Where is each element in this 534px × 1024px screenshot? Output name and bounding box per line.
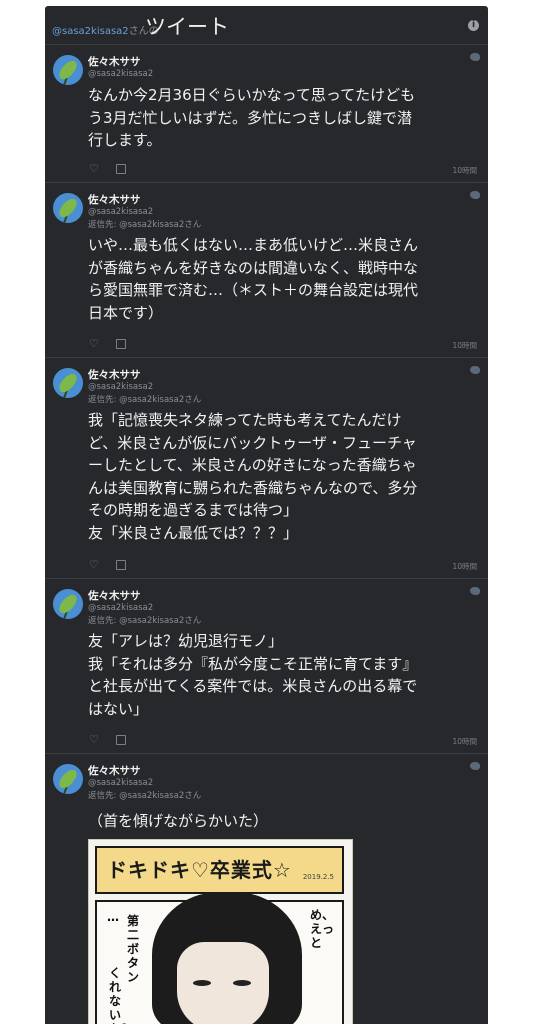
like-heart-icon[interactable]: ♡ [89, 559, 99, 571]
header-title: ツイート [145, 15, 229, 39]
author-handle[interactable]: @sasa2kisasa2 [88, 603, 153, 613]
twitter-bird-icon [470, 587, 480, 595]
speech-text-left-3: くれないか？ [109, 966, 133, 1024]
comic-date: 2019.2.5 [302, 873, 334, 881]
tweet-actions: ♡ 10時間 [89, 163, 483, 176]
avatar[interactable] [53, 368, 83, 398]
tweet-time: 10時間 [452, 562, 477, 571]
reply-to: 返信先: @sasa2kisasa2さん [88, 616, 202, 626]
tweet-text: なんか今2月36日ぐらいかなって思ってたけども う3月だ忙しいはずだ。多忙につき… [88, 86, 416, 149]
like-heart-icon[interactable]: ♡ [89, 163, 99, 175]
avatar[interactable] [53, 764, 83, 794]
speech-text-right: め、えっと [310, 908, 335, 950]
author-handle[interactable]: @sasa2kisasa2 [88, 207, 153, 217]
twitter-bird-icon [470, 762, 480, 770]
like-heart-icon[interactable]: ♡ [89, 338, 99, 350]
comic-banner: ドキドキ♡卒業式☆ 2019.2.5 [95, 846, 344, 894]
reply-to: 返信先: @sasa2kisasa2さん [88, 791, 202, 801]
share-icon[interactable] [116, 735, 126, 745]
twitter-bird-icon [470, 366, 480, 374]
tweet-time: 10時間 [452, 737, 477, 746]
author-handle[interactable]: @sasa2kisasa2 [88, 69, 153, 79]
info-icon[interactable]: i [468, 20, 479, 31]
reply-to: 返信先: @sasa2kisasa2さん [88, 395, 202, 405]
tweet-text: 我「記憶喪失ネタ練ってた時も考えてたんだけ ど、米良さんが仮にバックトゥーザ・フ… [88, 411, 418, 542]
author-name[interactable]: 佐々木ササ [88, 367, 141, 382]
author-name[interactable]: 佐々木ササ [88, 54, 141, 69]
twitter-bird-icon [470, 53, 480, 61]
panel-header: @sasa2kisasa2さんの ツイート i [45, 6, 488, 45]
share-icon[interactable] [116, 164, 126, 174]
comic-title: ドキドキ♡卒業式☆ [107, 858, 292, 882]
eye-left [193, 980, 211, 986]
tweets-panel: @sasa2kisasa2さんの ツイート i 佐々木ササ @sasa2kisa… [45, 6, 488, 1024]
eye-right [233, 980, 251, 986]
avatar[interactable] [53, 193, 83, 223]
avatar[interactable] [53, 589, 83, 619]
speech-text-left-2: 第二ボタン [127, 914, 140, 984]
author-name[interactable]: 佐々木ササ [88, 763, 141, 778]
author-name[interactable]: 佐々木ササ [88, 588, 141, 603]
tweet-text: 友「アレは？幼児退行モノ」 我「それは多分『私が今度こそ正常に育てます』 と社長… [88, 632, 418, 718]
tweet-item[interactable]: 佐々木ササ @sasa2kisasa2 返信先: @sasa2kisasa2さん… [45, 358, 488, 579]
comic-panel: … 第二ボタン くれないか？ め、えっと [95, 892, 344, 1024]
tweet-item[interactable]: 佐々木ササ @sasa2kisasa2 なんか今2月36日ぐらいかなって思ってた… [45, 45, 488, 183]
author-name[interactable]: 佐々木ササ [88, 192, 141, 207]
tweet-time: 10時間 [452, 341, 477, 350]
share-icon[interactable] [116, 560, 126, 570]
tweet-actions: ♡ 10時間 [89, 734, 483, 747]
share-icon[interactable] [116, 339, 126, 349]
tweet-item[interactable]: 佐々木ササ @sasa2kisasa2 返信先: @sasa2kisasa2さん… [45, 754, 488, 1024]
author-handle[interactable]: @sasa2kisasa2 [88, 382, 153, 392]
header-handle[interactable]: @sasa2kisasa2さんの [52, 22, 159, 37]
reply-to: 返信先: @sasa2kisasa2さん [88, 220, 202, 230]
like-heart-icon[interactable]: ♡ [89, 734, 99, 746]
speech-text-left-1: … [107, 910, 119, 924]
tweet-image[interactable]: ドキドキ♡卒業式☆ 2019.2.5 … 第二ボタン くれないか？ め、えっと [88, 839, 353, 1024]
tweet-item[interactable]: 佐々木ササ @sasa2kisasa2 返信先: @sasa2kisasa2さん… [45, 183, 488, 358]
tweet-text: （首を傾げながらかいた） [88, 812, 269, 830]
author-handle[interactable]: @sasa2kisasa2 [88, 778, 153, 788]
tweet-time: 10時間 [452, 166, 477, 175]
tweet-text: いや…最も低くはない…まあ低いけど…米良さん が香織ちゃんを好きなのは間違いなく… [88, 236, 419, 322]
tweet-actions: ♡ 10時間 [89, 559, 483, 572]
avatar[interactable] [53, 55, 83, 85]
tweet-item[interactable]: 佐々木ササ @sasa2kisasa2 返信先: @sasa2kisasa2さん… [45, 579, 488, 754]
character-face [177, 942, 269, 1024]
tweet-actions: ♡ 10時間 [89, 338, 483, 351]
twitter-bird-icon [470, 191, 480, 199]
